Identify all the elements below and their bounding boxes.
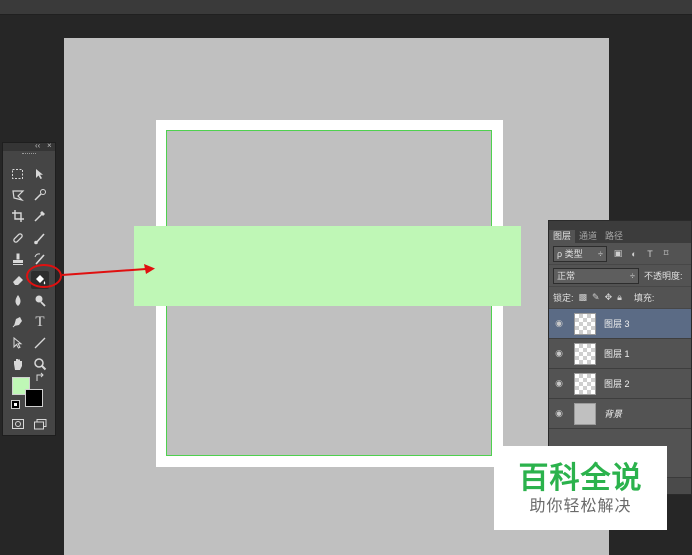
green-band-shape [134,226,521,306]
dropdown-arrow-icon: ÷ [630,270,635,281]
panel-tabs: 图层 通道 路径 [549,230,691,243]
dodge-tool-icon[interactable] [31,292,49,310]
tab-channels[interactable]: 通道 [575,230,601,243]
layer-thumbnail [574,342,596,365]
lock-position-icon[interactable]: ✥ [605,292,613,303]
layer-thumbnail [574,402,596,425]
collapse-icon[interactable]: ‹‹ [35,141,40,151]
marquee-tool-icon[interactable] [9,165,27,183]
pixel-filter-icon[interactable]: ▣ [613,248,623,259]
healing-brush-tool-icon[interactable] [9,229,27,247]
type-tool-icon[interactable]: T [31,313,49,331]
background-color-swatch[interactable] [25,389,43,407]
tab-layers[interactable]: 图层 [549,230,576,243]
adjustment-filter-icon[interactable]: ◐ [629,249,639,259]
opacity-label: 不透明度: [644,271,683,281]
close-icon[interactable]: × [47,141,52,151]
layer-thumbnail [574,372,596,395]
lock-all-icon[interactable]: 🔒︎ [617,292,622,303]
highlight-circle [26,264,62,288]
brush-tool-icon[interactable] [31,229,49,247]
layer-filter-select[interactable]: ρ 类型 ÷ [553,245,607,262]
lasso-tool-icon[interactable] [9,186,27,204]
tools-panel-header: ‹‹ × [3,141,55,151]
red-arrow [61,264,155,276]
eyedropper-tool-icon[interactable] [31,207,49,225]
layer-thumbnail [574,312,596,335]
swap-colors-icon[interactable] [35,372,45,383]
top-bar [0,0,692,15]
watermark-subtitle: 助你轻松解决 [529,498,632,515]
layer-row[interactable]: ◉ 图层 1 [549,339,691,369]
shape-filter-icon[interactable]: ⌑ [661,248,671,259]
panel-top-strip [549,221,691,230]
visibility-eye-icon[interactable]: ◉ [549,378,569,389]
lock-row: 锁定: ▩ ✎ ✥ 🔒︎ 填充: [549,287,691,309]
filter-row: ρ 类型 ÷ ▣ ◐ T ⌑ [549,243,691,265]
eraser-tool-icon[interactable] [9,271,27,289]
blend-row: 正常 ÷ 不透明度: [549,265,691,287]
layer-name: 背景 [604,409,623,419]
visibility-eye-icon[interactable]: ◉ [549,318,569,329]
layer-row[interactable]: ◉ 图层 3 [549,309,691,339]
move-tool-icon[interactable] [31,165,49,183]
blend-mode-select[interactable]: 正常 ÷ [553,267,639,284]
blur-tool-icon[interactable] [9,292,27,310]
watermark: 百科全说 助你轻松解决 [494,446,667,530]
layer-filter-label: ρ 类型 [557,248,583,259]
fill-label: 填充: [633,293,655,303]
default-colors-icon[interactable] [11,400,20,409]
quick-mask-icon[interactable] [9,415,27,433]
blend-mode-value: 正常 [557,270,576,281]
layer-name: 图层 1 [604,349,630,359]
visibility-eye-icon[interactable]: ◉ [549,348,569,359]
layer-row[interactable]: ◉ 图层 2 [549,369,691,399]
layer-name: 图层 3 [604,319,630,329]
quick-selection-tool-icon[interactable] [31,186,49,204]
lock-label: 锁定: [553,293,574,303]
tools-panel: ‹‹ × T [2,141,56,436]
layer-name: 图层 2 [604,379,630,389]
lock-image-icon[interactable]: ✎ [592,292,600,303]
tab-paths[interactable]: 路径 [601,230,627,243]
lock-transparent-icon[interactable]: ▩ [579,292,588,303]
path-selection-tool-icon[interactable] [9,334,27,352]
clone-stamp-tool-icon[interactable] [9,250,27,268]
layer-row[interactable]: ◉ 背景 [549,399,691,429]
screen-mode-icon[interactable] [31,415,49,433]
watermark-title: 百科全说 [518,462,643,495]
crop-tool-icon[interactable] [9,207,27,225]
panel-grip[interactable] [3,151,55,157]
type-filter-icon[interactable]: T [645,249,655,259]
visibility-eye-icon[interactable]: ◉ [549,408,569,419]
dropdown-arrow-icon: ÷ [598,248,603,259]
line-tool-icon[interactable] [31,334,49,352]
pen-tool-icon[interactable] [9,313,27,331]
hand-tool-icon[interactable] [9,355,27,373]
